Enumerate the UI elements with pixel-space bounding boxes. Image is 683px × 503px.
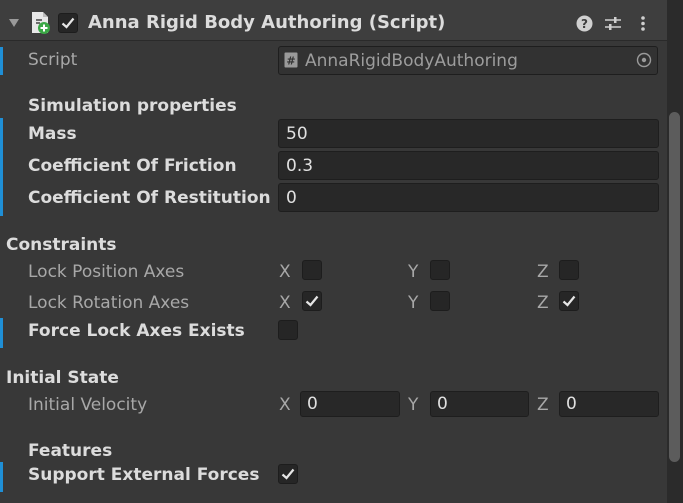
lock-position-z-label: Z	[537, 262, 549, 282]
friction-field[interactable]: 0.3	[278, 151, 659, 180]
script-name: AnnaRigidBodyAuthoring	[305, 51, 518, 71]
script-hash-icon: #	[284, 52, 298, 68]
override-indicator	[0, 47, 3, 75]
lock-position-label: Lock Position Axes	[28, 262, 185, 282]
lock-rotation-z-label: Z	[537, 293, 549, 313]
component-enabled-checkbox[interactable]	[58, 13, 78, 33]
lock-position-x-label: X	[279, 262, 291, 282]
presets-icon[interactable]	[604, 15, 622, 32]
constraints-header: Constraints	[6, 235, 117, 255]
lock-rotation-x-label: X	[279, 293, 291, 313]
scrollbar-thumb[interactable]	[669, 112, 680, 462]
lock-rotation-y-checkbox[interactable]	[430, 291, 450, 311]
foldout-arrow-icon[interactable]	[8, 17, 20, 29]
svg-text:?: ?	[581, 17, 588, 31]
external-forces-label: Support External Forces	[28, 465, 260, 485]
script-object-field[interactable]: AnnaRigidBodyAuthoring	[278, 46, 658, 75]
override-indicator	[0, 318, 3, 348]
velocity-z-label: Z	[537, 395, 549, 415]
checkmark-icon	[281, 468, 295, 480]
lock-position-y-checkbox[interactable]	[430, 260, 450, 280]
svg-text:#: #	[286, 55, 295, 68]
friction-value: 0.3	[286, 156, 314, 176]
velocity-y-field[interactable]: 0	[430, 391, 529, 417]
lock-rotation-y-label: Y	[408, 293, 419, 313]
component-title: Anna Rigid Body Authoring (Script)	[88, 12, 446, 33]
lock-rotation-label: Lock Rotation Axes	[28, 293, 190, 313]
features-header: Features	[28, 441, 113, 461]
override-indicator	[0, 118, 3, 216]
initial-state-header: Initial State	[6, 368, 119, 388]
kebab-menu-icon[interactable]	[640, 15, 646, 32]
mass-field[interactable]: 50	[278, 119, 659, 148]
script-asset-icon	[32, 12, 50, 34]
restitution-label: Coefficient Of Restitution	[28, 188, 271, 208]
checkmark-icon	[61, 17, 75, 29]
velocity-x-value: 0	[307, 394, 318, 414]
lock-rotation-z-checkbox[interactable]	[559, 291, 579, 311]
velocity-x-field[interactable]: 0	[300, 391, 400, 417]
mass-value: 50	[286, 124, 308, 144]
simulation-header: Simulation properties	[28, 96, 237, 116]
lock-position-z-checkbox[interactable]	[559, 260, 579, 280]
override-indicator	[0, 462, 3, 492]
mass-label: Mass	[28, 124, 77, 144]
velocity-y-label: Y	[408, 395, 419, 415]
friction-label: Coefficient Of Friction	[28, 156, 237, 176]
external-forces-checkbox[interactable]	[278, 464, 298, 484]
help-icon[interactable]: ?	[576, 15, 593, 32]
restitution-field[interactable]: 0	[278, 183, 659, 212]
force-lock-checkbox[interactable]	[278, 320, 298, 340]
restitution-value: 0	[286, 188, 297, 208]
checkmark-icon	[305, 295, 319, 307]
lock-position-x-checkbox[interactable]	[302, 260, 322, 280]
velocity-z-field[interactable]: 0	[559, 391, 659, 417]
force-lock-label: Force Lock Axes Exists	[28, 321, 245, 341]
lock-rotation-x-checkbox[interactable]	[302, 291, 322, 311]
initial-velocity-label: Initial Velocity	[28, 395, 148, 415]
velocity-y-value: 0	[437, 394, 448, 414]
script-label: Script	[28, 50, 78, 70]
object-picker-icon[interactable]	[636, 52, 652, 68]
component-header[interactable]: Anna Rigid Body Authoring (Script) ?	[0, 6, 667, 41]
velocity-z-value: 0	[566, 394, 577, 414]
velocity-x-label: X	[279, 395, 291, 415]
checkmark-icon	[562, 295, 576, 307]
vertical-scrollbar[interactable]	[667, 0, 683, 503]
lock-position-y-label: Y	[408, 262, 419, 282]
